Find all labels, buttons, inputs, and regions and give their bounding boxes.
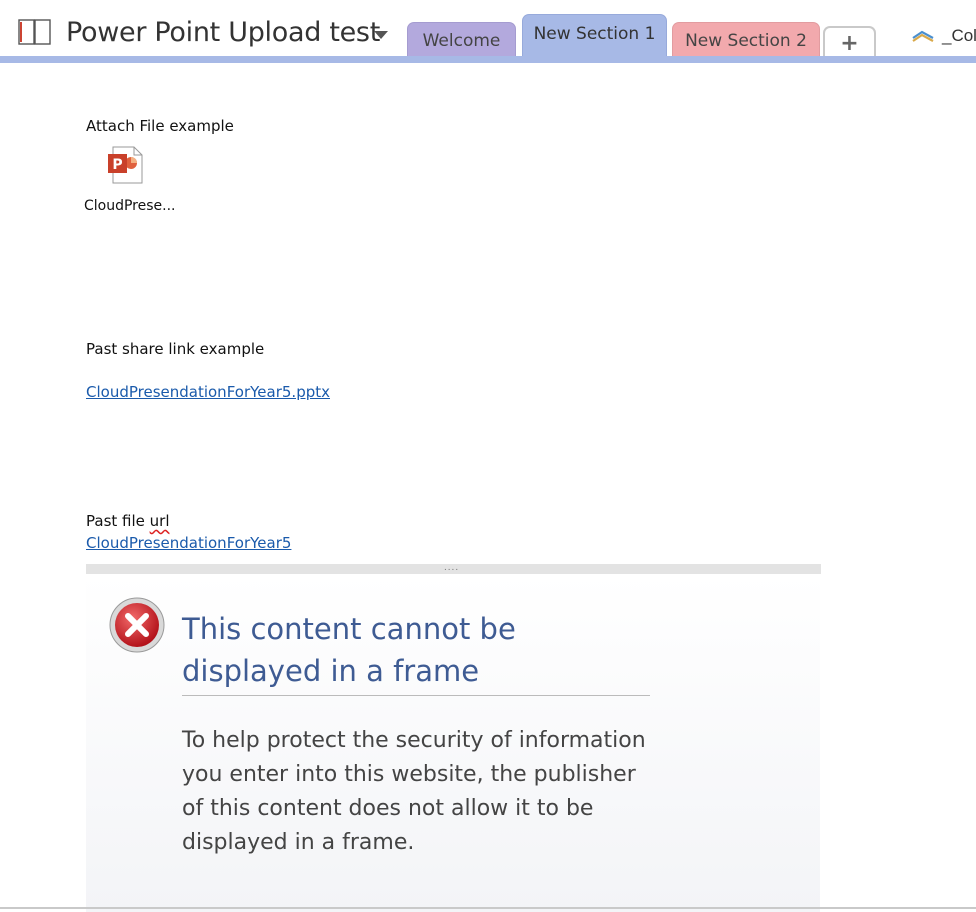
bottom-border xyxy=(0,907,976,909)
file-url-label: Past file url xyxy=(86,512,169,530)
notebook-icon[interactable] xyxy=(18,18,52,46)
svg-text:P: P xyxy=(112,157,122,173)
note-page: Attach File example P CloudPrese... Past… xyxy=(0,63,976,912)
frame-resize-handle[interactable]: .... xyxy=(86,562,821,574)
misspelled-word: url xyxy=(149,512,170,530)
error-title: This content cannot be displayed in a fr… xyxy=(182,612,516,688)
tab-new-section-1[interactable]: New Section 1 xyxy=(522,14,667,58)
powerpoint-file-icon[interactable]: P xyxy=(107,146,143,184)
notebook-title[interactable]: Power Point Upload test xyxy=(66,17,380,48)
collab-label: _Coll xyxy=(942,26,976,45)
attached-file-name[interactable]: CloudPrese... xyxy=(84,198,176,214)
add-section-button[interactable]: + xyxy=(823,26,876,58)
tab-welcome[interactable]: Welcome xyxy=(407,22,516,58)
error-x-icon xyxy=(109,597,165,653)
share-link-label: Past share link example xyxy=(86,340,265,358)
tab-new-section-2[interactable]: New Section 2 xyxy=(672,22,820,58)
error-message: To help protect the security of informat… xyxy=(182,728,646,855)
share-link[interactable]: CloudPresendationForYear5.pptx xyxy=(86,383,330,401)
notebook-header: Power Point Upload test Welcome New Sect… xyxy=(0,0,976,63)
file-url-label-prefix: Past file xyxy=(86,512,150,530)
collab-icon xyxy=(912,30,934,42)
chevron-down-icon[interactable] xyxy=(373,30,389,40)
file-url-link[interactable]: CloudPresendationForYear5 xyxy=(86,534,291,552)
collab-notebook-link[interactable]: _Coll xyxy=(912,26,976,46)
tab-strip-divider xyxy=(0,56,976,63)
attach-file-label: Attach File example xyxy=(86,117,234,135)
grip-icon: .... xyxy=(444,562,460,573)
embedded-frame: This content cannot be displayed in a fr… xyxy=(86,574,820,912)
divider xyxy=(182,695,650,696)
